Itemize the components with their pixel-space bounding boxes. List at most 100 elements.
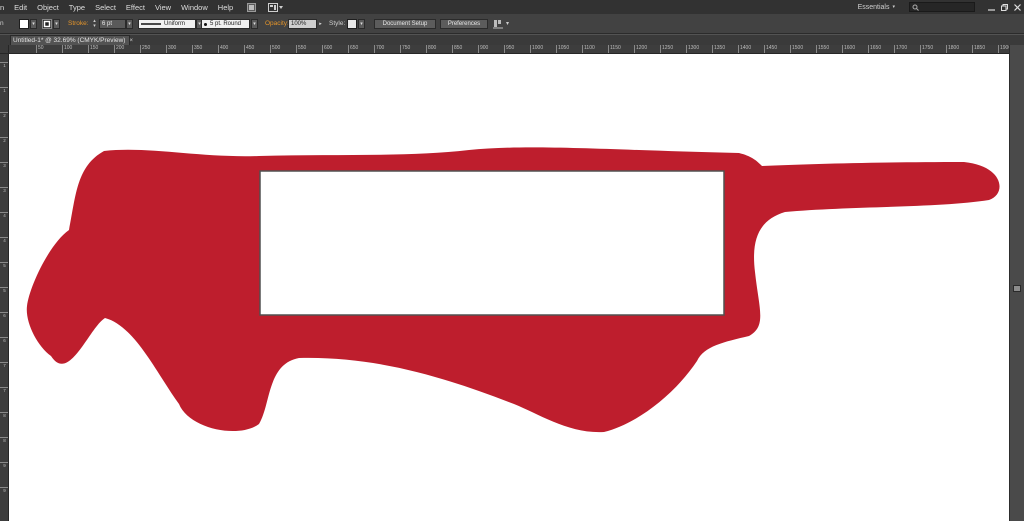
hruler-tick-label: 1500	[790, 45, 803, 53]
menu-item-help[interactable]: Help	[213, 3, 238, 12]
hruler-tick-label: 1650	[868, 45, 881, 53]
stroke-weight-field[interactable]: 6 pt	[99, 19, 126, 29]
hruler-tick-label: 850	[452, 45, 462, 53]
opacity-dropdown[interactable]: ▸	[317, 19, 324, 29]
vruler-tick-label: 3	[0, 187, 8, 193]
close-icon	[1014, 3, 1021, 11]
hruler-tick-label: 1000	[530, 45, 543, 53]
document-tab-bar: Untitled-1* @ 32.69% (CMYK/Preview) ×	[0, 35, 1024, 45]
hruler-tick-label: 1900	[998, 45, 1009, 53]
workspace-label: Essentials	[857, 3, 890, 11]
vruler-tick-label: 9	[0, 462, 8, 468]
hruler-tick-label: 1700	[894, 45, 907, 53]
hruler-tick-label: 1050	[556, 45, 569, 53]
minimize-button[interactable]	[985, 0, 998, 14]
ruler-origin-corner[interactable]	[0, 45, 9, 54]
hruler-tick-label: 700	[374, 45, 384, 53]
hruler-tick-label: 1250	[660, 45, 673, 53]
hruler-tick-label: 1450	[764, 45, 777, 53]
vruler-tick-label: 6	[0, 312, 8, 318]
workspace-switcher[interactable]: Essentials ▾	[858, 4, 895, 11]
vruler-tick-label: 8	[0, 437, 8, 443]
menu-item-view[interactable]: View	[150, 3, 176, 12]
close-window-button[interactable]	[1011, 0, 1024, 14]
vruler-tick-label: 2	[0, 137, 8, 143]
menu-item-effect[interactable]: Effect	[121, 3, 150, 12]
hruler-tick-label: 500	[270, 45, 280, 53]
vertical-scrollbar[interactable]	[1009, 45, 1024, 521]
stroke-profile-value: Uniform	[164, 21, 186, 27]
hruler-tick-label: 1400	[738, 45, 751, 53]
hruler-tick-label: 650	[348, 45, 358, 53]
stroke-weight-dropdown[interactable]: ▾	[126, 19, 133, 29]
vruler-tick-label: 3	[0, 162, 8, 168]
vruler-tick-label: 1	[0, 87, 8, 93]
stroke-weight-stepper[interactable]: ▴ ▾	[91, 19, 98, 29]
help-search-input[interactable]	[909, 2, 975, 12]
preferences-button[interactable]: Preferences	[440, 19, 488, 29]
hruler-tick-label: 400	[218, 45, 228, 53]
control-bar: n ▾ ▾ Stroke: ▴ ▾ 6 pt ▾ Uniform ▾ 5 pt. …	[0, 14, 1024, 34]
brush-definition-field[interactable]: 5 pt. Round	[201, 19, 250, 29]
stroke-profile-field[interactable]: Uniform	[138, 19, 196, 29]
hruler-tick-label: 750	[400, 45, 410, 53]
stroke-color-swatch[interactable]	[42, 19, 52, 29]
brush-dot-icon	[204, 22, 207, 26]
hruler-tick-label: 200	[114, 45, 124, 53]
stroke-label[interactable]: Stroke:	[68, 20, 89, 27]
hruler-tick-label: 1200	[634, 45, 647, 53]
restore-icon	[1001, 3, 1008, 11]
hruler-tick-label: 1150	[608, 45, 621, 53]
hruler-tick-label: 300	[166, 45, 176, 53]
minimize-icon	[988, 8, 995, 11]
graphic-style-swatch[interactable]	[347, 19, 357, 29]
menu-item-object[interactable]: Object	[32, 3, 64, 12]
control-label-partial: n	[0, 20, 4, 27]
graphic-style-dropdown[interactable]: ▾	[358, 19, 365, 29]
hruler-tick-label: 1550	[816, 45, 829, 53]
document-setup-button[interactable]: Document Setup	[374, 19, 436, 29]
vruler-tick-label: 2	[0, 112, 8, 118]
horizontal-ruler[interactable]: 50 100 150 200 250 300 350 400 450 500 550 600 650 70…	[9, 45, 1009, 54]
menu-item-window[interactable]: Window	[176, 3, 213, 12]
align-options-icon[interactable]	[493, 19, 503, 29]
vertical-scrollbar-thumb[interactable]	[1013, 285, 1021, 292]
fill-dropdown-arrow[interactable]: ▾	[30, 19, 37, 29]
vertical-ruler[interactable]: 1 1 2 2 3 3 4 4 5 5 6 6 7 7 8 8 9 9	[0, 54, 9, 521]
search-icon	[912, 4, 919, 11]
fill-color-swatch[interactable]	[19, 19, 29, 29]
menu-item-select[interactable]: Select	[90, 3, 121, 12]
hruler-tick-label: 100	[62, 45, 72, 53]
hruler-tick-label: 900	[478, 45, 488, 53]
vruler-tick-label: 1	[0, 62, 8, 68]
close-tab-icon[interactable]: ×	[129, 38, 133, 44]
stroke-dropdown-arrow[interactable]: ▾	[53, 19, 60, 29]
brush-dropdown[interactable]: ▾	[251, 19, 258, 29]
vruler-tick-label: 6	[0, 337, 8, 343]
document-tab[interactable]: Untitled-1* @ 32.69% (CMYK/Preview) ×	[10, 35, 133, 45]
menu-item-window-partial[interactable]: n	[0, 3, 9, 12]
vruler-tick-label: 7	[0, 387, 8, 393]
hruler-tick-label: 600	[322, 45, 332, 53]
vruler-tick-label: 4	[0, 212, 8, 218]
restore-button[interactable]	[998, 0, 1011, 14]
menu-item-type[interactable]: Type	[64, 3, 90, 12]
arrange-documents-icon[interactable]	[268, 2, 284, 12]
hruler-tick-label: 550	[296, 45, 306, 53]
vruler-tick-label: 4	[0, 237, 8, 243]
hruler-tick-label: 1800	[946, 45, 959, 53]
hruler-tick-label: 1750	[920, 45, 933, 53]
control-panel-menu-icon[interactable]: ▾	[506, 20, 509, 27]
hruler-tick-label: 50	[36, 45, 44, 53]
stroke-profile-line-icon	[141, 23, 161, 25]
white-rectangle-shape[interactable]	[259, 170, 725, 316]
opacity-field[interactable]: 100%	[288, 19, 317, 29]
hruler-tick-label: 150	[88, 45, 98, 53]
vruler-tick-label: 8	[0, 412, 8, 418]
menu-item-edit[interactable]: Edit	[9, 3, 32, 12]
opacity-label[interactable]: Opacity:	[265, 20, 289, 27]
artboard-canvas[interactable]	[9, 54, 1009, 521]
bridge-icon[interactable]	[246, 2, 256, 12]
hruler-tick-label: 950	[504, 45, 514, 53]
hruler-tick-label: 450	[244, 45, 254, 53]
